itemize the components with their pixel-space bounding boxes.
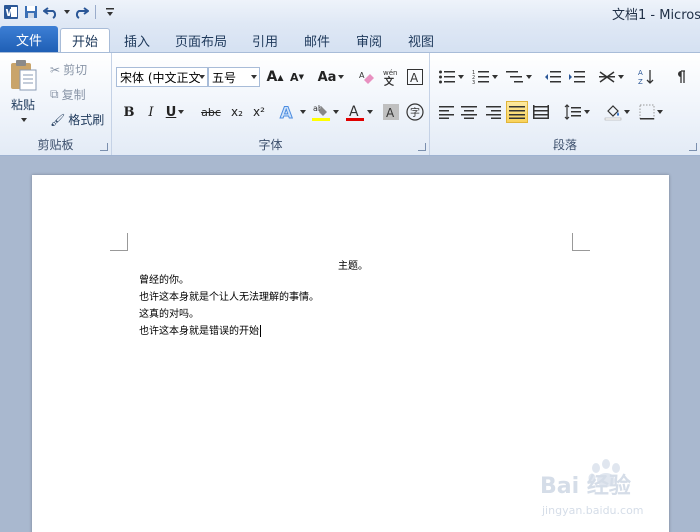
paste-icon[interactable] <box>4 57 42 93</box>
svg-text:A: A <box>349 104 359 120</box>
tab-home[interactable]: 开始 <box>60 28 110 52</box>
undo-dropdown-icon[interactable] <box>62 3 70 21</box>
align-center-icon[interactable] <box>458 101 480 123</box>
borders-icon[interactable] <box>636 101 666 123</box>
svg-text:A: A <box>638 69 643 77</box>
phonetic-guide-icon[interactable]: wén 文 <box>380 66 402 88</box>
font-group: 宋体 (中文正文 五号 A ▲ A ▼ Aa A wén 文 A B I U abc … <box>112 53 430 155</box>
ribbon-tabs: 文件 开始 插入 页面布局 引用 邮件 审阅 视图 <box>0 24 700 52</box>
subscript-button[interactable]: x₂ <box>226 101 248 123</box>
tab-review[interactable]: 审阅 <box>346 28 392 52</box>
margin-corner-top-left <box>110 233 128 251</box>
cut-button[interactable]: ✂ 剪切 <box>50 61 87 78</box>
tab-references[interactable]: 引用 <box>242 28 288 52</box>
svg-text:A: A <box>410 71 419 85</box>
svg-text:A: A <box>386 106 395 120</box>
multilevel-list-icon[interactable] <box>504 66 534 88</box>
tab-insert[interactable]: 插入 <box>114 28 160 52</box>
distributed-icon[interactable] <box>530 101 552 123</box>
shading-icon[interactable] <box>602 101 632 123</box>
document-heading[interactable]: 主题。 <box>338 257 368 272</box>
bullets-icon[interactable] <box>436 66 466 88</box>
word-app-icon[interactable]: W <box>2 3 20 21</box>
svg-text:W: W <box>6 8 17 19</box>
clipboard-launcher-icon[interactable] <box>100 143 108 151</box>
svg-text:3: 3 <box>472 80 475 85</box>
superscript-button[interactable]: x² <box>248 101 270 123</box>
strikethrough-button[interactable]: abc <box>198 101 224 123</box>
shrink-font-button[interactable]: A ▼ <box>286 66 308 88</box>
document-title: 文档1 - Micros <box>612 8 700 23</box>
format-painter-button[interactable]: 🖌 格式刷 <box>50 111 104 128</box>
margin-corner-top-right <box>572 233 590 251</box>
copy-button[interactable]: ⧉ 复制 <box>50 86 86 103</box>
numbering-icon[interactable]: 123 <box>470 66 500 88</box>
font-group-label: 字体 <box>258 138 283 152</box>
decrease-indent-icon[interactable] <box>542 66 564 88</box>
text-effects-icon[interactable]: A <box>278 101 306 123</box>
document-line[interactable]: 曾经的你。 <box>139 271 189 286</box>
quick-access-toolbar: W <box>0 0 119 24</box>
tab-file[interactable]: 文件 <box>0 26 58 52</box>
line-spacing-icon[interactable] <box>562 101 592 123</box>
chinese-layout-icon[interactable] <box>596 66 626 88</box>
align-right-icon[interactable] <box>482 101 504 123</box>
watermark-text: Bai 经验 <box>540 474 631 499</box>
tab-view[interactable]: 视图 <box>398 28 444 52</box>
bold-button[interactable]: B <box>118 101 140 123</box>
document-line[interactable]: 这真的对吗。 <box>139 305 199 320</box>
baidu-watermark: Bai 经验 jingyan.baidu.com <box>536 458 696 528</box>
copy-icon: ⧉ <box>50 87 59 101</box>
highlight-color-icon[interactable]: ab <box>310 101 340 123</box>
scissors-icon: ✂ <box>50 62 61 77</box>
character-border-icon[interactable]: A <box>404 66 426 88</box>
underline-button[interactable]: U <box>162 101 188 123</box>
font-name-combo[interactable]: 宋体 (中文正文 <box>116 67 208 87</box>
show-marks-icon[interactable] <box>670 66 692 88</box>
tab-page-layout[interactable]: 页面布局 <box>166 28 236 52</box>
svg-text:字: 字 <box>410 106 420 119</box>
character-shading-icon[interactable]: A <box>380 101 402 123</box>
clipboard-group: 粘贴 ✂ 剪切 ⧉ 复制 🖌 格式刷 剪贴板 <box>0 53 112 155</box>
undo-icon[interactable] <box>42 3 60 21</box>
svg-text:A: A <box>359 71 365 80</box>
redo-icon[interactable] <box>72 3 90 21</box>
paragraph-group-label: 段落 <box>552 138 577 152</box>
clipboard-group-label: 剪贴板 <box>37 138 74 152</box>
sort-icon[interactable]: AZ <box>636 66 658 88</box>
tab-mailings[interactable]: 邮件 <box>294 28 340 52</box>
align-left-icon[interactable] <box>436 101 458 123</box>
paste-dropdown-icon[interactable] <box>18 115 28 125</box>
svg-text:文: 文 <box>384 75 395 86</box>
svg-text:wén: wén <box>383 69 397 77</box>
svg-text:A: A <box>280 103 293 122</box>
italic-button[interactable]: I <box>140 101 162 123</box>
paragraph-group: 123 AZ 段落 <box>430 53 700 155</box>
change-case-button[interactable]: Aa <box>316 66 346 88</box>
grow-font-button[interactable]: A ▲ <box>264 66 286 88</box>
ribbon: 粘贴 ✂ 剪切 ⧉ 复制 🖌 格式刷 剪贴板 宋体 (中文正文 五号 A ▲ A ▼… <box>0 52 700 156</box>
watermark-url: jingyan.baidu.com <box>542 504 644 517</box>
font-color-icon[interactable]: A <box>344 101 374 123</box>
paintbrush-icon: 🖌 <box>50 112 66 127</box>
document-line[interactable]: 也许这本身就是个让人无法理解的事情。 <box>139 288 319 303</box>
save-icon[interactable] <box>22 3 40 21</box>
title-bar: W 文档1 - Micros <box>0 0 700 24</box>
paragraph-launcher-icon[interactable] <box>689 143 697 151</box>
customize-qat-icon[interactable] <box>101 3 119 21</box>
increase-indent-icon[interactable] <box>566 66 588 88</box>
text-caret <box>260 325 261 337</box>
enclose-characters-icon[interactable]: 字 <box>404 101 426 123</box>
paste-button[interactable]: 粘贴 <box>6 95 40 113</box>
qat-separator <box>95 5 96 19</box>
font-launcher-icon[interactable] <box>418 143 426 151</box>
svg-text:Z: Z <box>638 78 643 86</box>
font-size-combo[interactable]: 五号 <box>208 67 260 87</box>
clear-formatting-icon[interactable]: A <box>356 66 378 88</box>
justify-icon[interactable] <box>506 101 528 123</box>
document-line-last[interactable]: 也许这本身就是错误的开始 <box>139 322 261 337</box>
